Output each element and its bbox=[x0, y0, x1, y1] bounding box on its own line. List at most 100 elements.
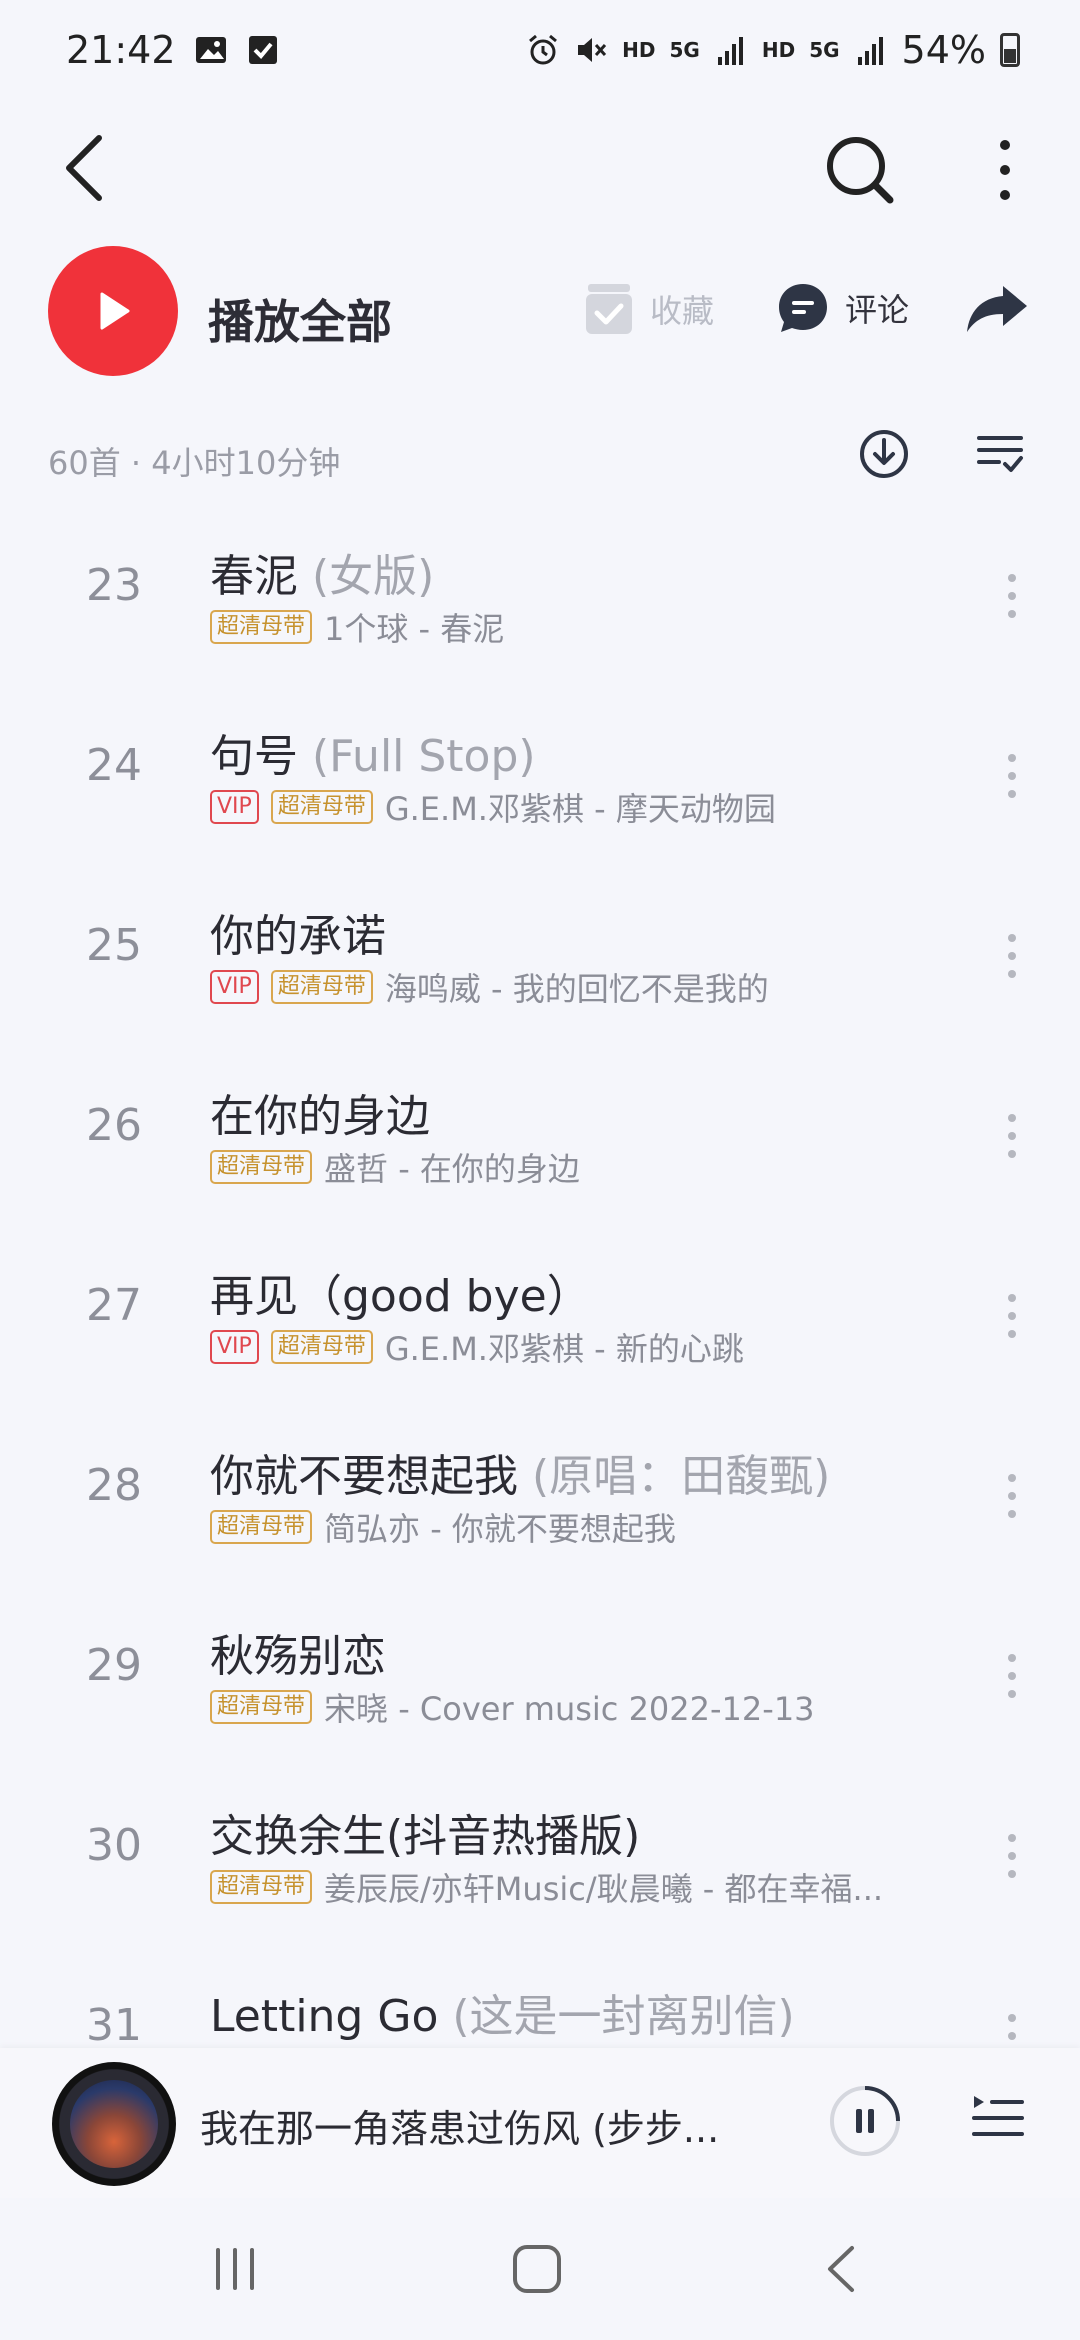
battery-icon bbox=[1000, 33, 1020, 67]
song-meta: VIP 超清母带 G.E.M.邓紫棋 - 摩天动物园 bbox=[210, 784, 776, 830]
download-icon[interactable] bbox=[858, 428, 910, 480]
more-vertical-icon[interactable] bbox=[1000, 926, 1024, 986]
song-title-main: 你的承诺 bbox=[210, 911, 386, 962]
more-vertical-icon[interactable] bbox=[985, 125, 1025, 215]
top-nav bbox=[0, 100, 1080, 250]
status-bar: 21:42 HD 5G HD 5G 54% bbox=[0, 0, 1080, 100]
play-all-button[interactable] bbox=[48, 246, 178, 376]
now-playing-title[interactable]: 我在那一角落患过伤风 (步步... bbox=[200, 2098, 719, 2153]
search-icon[interactable] bbox=[820, 130, 900, 210]
song-number: 25 bbox=[86, 920, 142, 971]
song-info: 姜辰辰/亦轩Music/耿晨曦 - 都在幸福... bbox=[324, 1870, 884, 1908]
play-all-row: 播放全部 收藏 评论 bbox=[0, 240, 1080, 380]
song-info: 1个球 - 春泥 bbox=[324, 610, 505, 648]
pause-icon[interactable] bbox=[828, 2084, 902, 2158]
song-row-26[interactable]: 26 在你的身边 超清母带 盛哲 - 在你的身边 bbox=[0, 1050, 1080, 1230]
more-vertical-icon[interactable] bbox=[1000, 1466, 1024, 1526]
favorite-button[interactable]: 收藏 bbox=[582, 280, 714, 338]
song-title-main: 在你的身边 bbox=[210, 1091, 430, 1142]
song-number: 27 bbox=[86, 1280, 142, 1331]
album-cover[interactable] bbox=[52, 2062, 176, 2186]
song-number: 23 bbox=[86, 560, 142, 611]
song-meta: VIP 超清母带 海鸣威 - 我的回忆不是我的 bbox=[210, 964, 769, 1010]
song-number: 31 bbox=[86, 2000, 142, 2051]
song-title-main: 再见（good bye） bbox=[210, 1271, 591, 1322]
hq-tag: 超清母带 bbox=[210, 1510, 313, 1544]
song-title-main: 交换余生(抖音热播版) bbox=[210, 1811, 641, 1862]
system-nav-bar bbox=[0, 2198, 1080, 2340]
more-vertical-icon[interactable] bbox=[1000, 746, 1024, 806]
song-title: 你的承诺 bbox=[210, 900, 386, 964]
album-art bbox=[70, 2080, 158, 2168]
song-meta: 超清母带 宋晓 - Cover music 2022-12-13 bbox=[210, 1684, 815, 1730]
status-time: 21:42 bbox=[66, 28, 176, 72]
hq-tag: 超清母带 bbox=[270, 1330, 373, 1364]
song-title: 秋殇别恋 bbox=[210, 1620, 386, 1684]
song-meta: 超清母带 简弘亦 - 你就不要想起我 bbox=[210, 1504, 676, 1550]
song-meta: VIP 超清母带 G.E.M.邓紫棋 - 新的心跳 bbox=[210, 1324, 744, 1370]
song-number: 29 bbox=[86, 1640, 142, 1691]
vip-tag: VIP bbox=[210, 970, 259, 1004]
home-icon[interactable] bbox=[510, 2242, 564, 2296]
song-title-main: Letting Go bbox=[210, 1991, 439, 2042]
song-title: 在你的身边 bbox=[210, 1080, 430, 1144]
play-all-label[interactable]: 播放全部 bbox=[208, 286, 392, 352]
signal-icon-2 bbox=[857, 37, 883, 65]
alarm-icon bbox=[529, 34, 558, 65]
share-icon bbox=[967, 286, 1027, 332]
hq-tag: 超清母带 bbox=[210, 610, 313, 644]
battery-percent: 54% bbox=[901, 28, 986, 72]
more-vertical-icon[interactable] bbox=[1000, 566, 1024, 626]
hq-tag: 超清母带 bbox=[270, 970, 373, 1004]
song-info: 海鸣威 - 我的回忆不是我的 bbox=[384, 970, 769, 1008]
playlist-icon[interactable] bbox=[970, 2090, 1026, 2144]
song-title-main: 秋殇别恋 bbox=[210, 1631, 386, 1682]
song-row-27[interactable]: 27 再见（good bye） VIP 超清母带 G.E.M.邓紫棋 - 新的心… bbox=[0, 1230, 1080, 1410]
back-arrow-icon[interactable] bbox=[55, 120, 115, 220]
song-title-sub: (女版) bbox=[298, 551, 435, 602]
song-meta: 超清母带 盛哲 - 在你的身边 bbox=[210, 1144, 580, 1190]
song-info: 宋晓 - Cover music 2022-12-13 bbox=[324, 1690, 815, 1728]
network-5g-1: 5G bbox=[669, 38, 700, 62]
vip-tag: VIP bbox=[210, 1330, 259, 1364]
signal-icon bbox=[717, 37, 743, 65]
vip-tag: VIP bbox=[210, 790, 259, 824]
song-title-main: 你就不要想起我 bbox=[210, 1451, 518, 1502]
song-info: 盛哲 - 在你的身边 bbox=[324, 1150, 580, 1188]
song-number: 28 bbox=[86, 1460, 142, 1511]
song-title-sub: (原唱：田馥甄) bbox=[518, 1451, 831, 1502]
song-title-main: 春泥 bbox=[210, 551, 298, 602]
network-hd-2: HD bbox=[761, 38, 796, 62]
song-row-23[interactable]: 23 春泥 (女版) 超清母带 1个球 - 春泥 bbox=[0, 510, 1080, 690]
playlist-summary: 60首 · 4小时10分钟 bbox=[48, 444, 341, 482]
multi-select-icon[interactable] bbox=[975, 432, 1025, 476]
song-info: 简弘亦 - 你就不要想起我 bbox=[324, 1510, 676, 1548]
check-box-icon bbox=[248, 36, 277, 64]
song-title: 春泥 (女版) bbox=[210, 540, 434, 604]
comment-button[interactable]: 评论 bbox=[775, 280, 909, 336]
more-vertical-icon[interactable] bbox=[1000, 1286, 1024, 1346]
playlist-meta-row: 60首 · 4小时10分钟 bbox=[0, 420, 1080, 500]
hq-tag: 超清母带 bbox=[270, 790, 373, 824]
song-info: G.E.M.邓紫棋 - 摩天动物园 bbox=[384, 790, 776, 828]
status-right: HD 5G HD 5G 54% bbox=[526, 28, 1020, 72]
system-back-icon[interactable] bbox=[822, 2242, 858, 2296]
favorite-label: 收藏 bbox=[650, 292, 715, 330]
more-vertical-icon[interactable] bbox=[1000, 1106, 1024, 1166]
song-row-24[interactable]: 24 句号 (Full Stop) VIP 超清母带 G.E.M.邓紫棋 - 摩… bbox=[0, 690, 1080, 870]
share-button[interactable] bbox=[965, 284, 1029, 334]
song-row-25[interactable]: 25 你的承诺 VIP 超清母带 海鸣威 - 我的回忆不是我的 bbox=[0, 870, 1080, 1050]
song-row-30[interactable]: 30 交换余生(抖音热播版) 超清母带 姜辰辰/亦轩Music/耿晨曦 - 都在… bbox=[0, 1770, 1080, 1950]
song-row-28[interactable]: 28 你就不要想起我 (原唱：田馥甄) 超清母带 简弘亦 - 你就不要想起我 bbox=[0, 1410, 1080, 1590]
song-title: 句号 (Full Stop) bbox=[210, 720, 536, 784]
more-vertical-icon[interactable] bbox=[1000, 1826, 1024, 1886]
song-number: 30 bbox=[86, 1820, 142, 1871]
mini-player[interactable]: 我在那一角落患过伤风 (步步... bbox=[0, 2048, 1080, 2198]
mute-icon bbox=[578, 38, 607, 62]
more-vertical-icon[interactable] bbox=[1000, 1646, 1024, 1706]
recent-apps-icon[interactable] bbox=[210, 2244, 260, 2294]
song-row-29[interactable]: 29 秋殇别恋 超清母带 宋晓 - Cover music 2022-12-13 bbox=[0, 1590, 1080, 1770]
song-title: 你就不要想起我 (原唱：田馥甄) bbox=[210, 1440, 830, 1504]
play-icon bbox=[100, 292, 130, 330]
song-title-main: 句号 bbox=[210, 731, 298, 782]
